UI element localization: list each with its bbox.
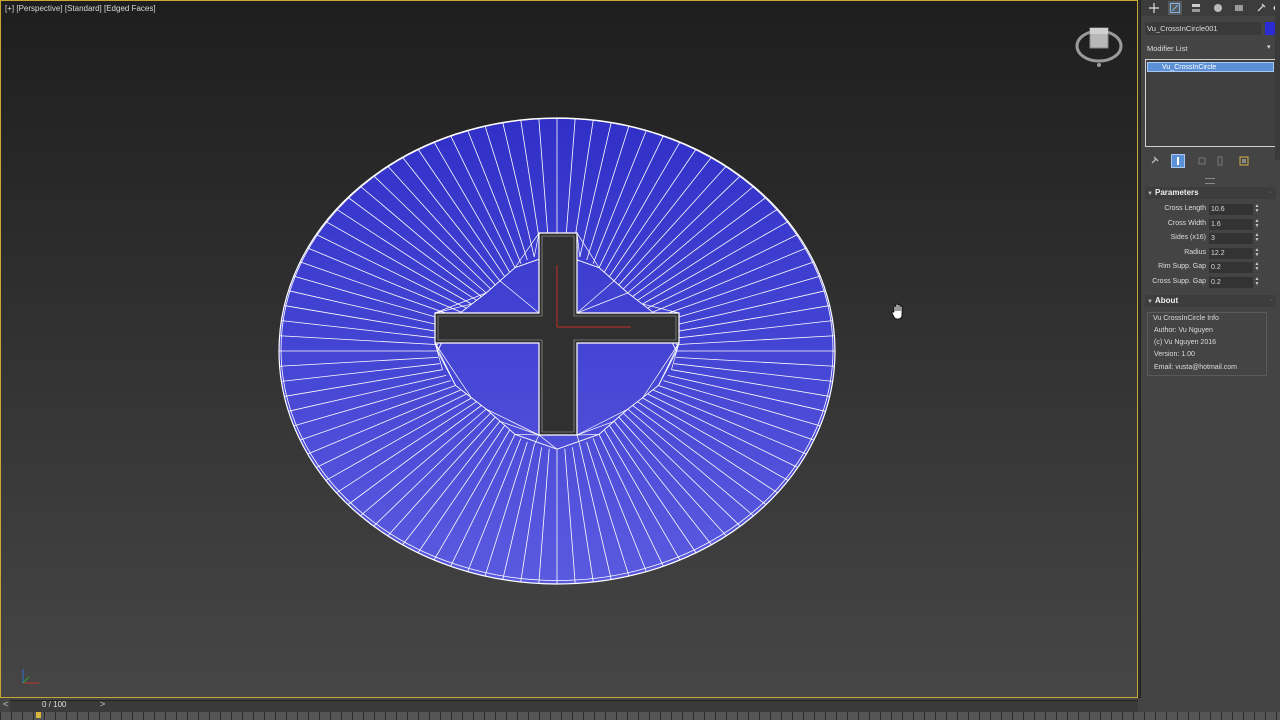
spinner-arrows-icon[interactable]: ▲ ▼ xyxy=(1254,218,1260,230)
rollout-separator xyxy=(1205,178,1215,184)
spinner-arrows-icon[interactable]: ▲ ▼ xyxy=(1254,262,1260,273)
collapse-triangle-icon: ▼ xyxy=(1147,191,1153,197)
about-rollout-header[interactable]: ▼ About ◦ xyxy=(1145,295,1276,307)
param-label: Cross Width xyxy=(1167,219,1206,227)
param-row: Cross Length ▲▼ xyxy=(1145,204,1276,216)
create-tab-icon[interactable] xyxy=(1147,1,1161,15)
about-version: Version: 1.00 xyxy=(1154,351,1195,358)
param-spinner-field[interactable] xyxy=(1209,247,1253,259)
object-name-field[interactable]: Vu_CrossInCircle001 xyxy=(1145,22,1261,35)
command-panel-tabs xyxy=(1141,0,1280,16)
configure-modifier-sets-icon[interactable] xyxy=(1237,154,1251,168)
pin-stack-icon[interactable] xyxy=(1147,154,1161,168)
param-label: Rim Supp. Gap xyxy=(1158,263,1206,270)
param-spinner-field[interactable] xyxy=(1209,218,1253,230)
about-author: Author: Vu Nguyen xyxy=(1154,327,1213,334)
spinner-arrows-icon[interactable]: ▲ ▼ xyxy=(1254,233,1260,244)
display-tab-icon[interactable] xyxy=(1232,1,1246,15)
hierarchy-tab-icon[interactable] xyxy=(1189,1,1203,15)
param-spinner-field[interactable] xyxy=(1209,262,1253,273)
parameters-rollout-title: Parameters xyxy=(1155,188,1199,197)
axis-tripod-icon xyxy=(22,669,39,684)
time-slider-bar[interactable]: < 0 / 100 > xyxy=(0,698,1280,720)
spinner-arrows-icon[interactable]: ▲ ▼ xyxy=(1254,247,1260,259)
cross-in-circle-object[interactable] xyxy=(278,117,836,585)
previous-frame-button[interactable]: < xyxy=(3,699,8,709)
about-info-group: Vu CrossInCircle Info Author: Vu Nguyen … xyxy=(1147,312,1267,376)
param-spinner-field[interactable] xyxy=(1209,204,1253,215)
stack-toolbar xyxy=(1145,154,1276,168)
modifier-stack[interactable]: Vu_CrossInCircle xyxy=(1145,59,1276,147)
param-label: Radius xyxy=(1184,248,1206,256)
param-row: Radius ▲▼ xyxy=(1145,247,1276,260)
perspective-viewport[interactable]: [+] [Perspective] [Standard] [Edged Face… xyxy=(0,0,1138,698)
utilities-tab-icon[interactable] xyxy=(1254,1,1268,15)
about-copyright: (c) Vu Nguyen 2016 xyxy=(1154,339,1216,346)
next-frame-button[interactable]: > xyxy=(100,699,105,709)
command-panel: Vu_CrossInCircle001 Modifier List ▾ Vu_C… xyxy=(1140,0,1280,698)
spinner-arrows-icon[interactable]: ▲ ▼ xyxy=(1254,204,1260,215)
scene-mesh[interactable] xyxy=(1,1,1138,698)
param-row: Cross Supp. Gap ▲▼ xyxy=(1145,276,1276,289)
viewcube-icon[interactable] xyxy=(1073,21,1125,71)
param-row: Rim Supp. Gap ▲▼ xyxy=(1145,262,1276,274)
time-slider-handle[interactable] xyxy=(36,712,41,718)
modifier-stack-item[interactable]: Vu_CrossInCircle xyxy=(1147,62,1274,72)
panel-scrollbar[interactable] xyxy=(1275,0,1280,160)
chevron-down-icon[interactable]: ▾ xyxy=(1267,43,1271,51)
rollout-pin-icon: ◦ xyxy=(1269,190,1272,196)
param-label: Sides (x16) xyxy=(1170,234,1206,241)
param-row: Cross Width ▲▼ xyxy=(1145,218,1276,231)
current-frame-readout: 0 / 100 xyxy=(42,700,67,709)
pan-hand-cursor-icon xyxy=(891,303,903,320)
modify-tab-icon[interactable] xyxy=(1168,1,1182,15)
collapse-triangle-icon: ▼ xyxy=(1147,299,1153,305)
show-end-result-icon[interactable] xyxy=(1171,154,1185,168)
param-label: Cross Supp. Gap xyxy=(1152,277,1206,285)
param-spinner-field[interactable] xyxy=(1209,276,1253,288)
spinner-arrows-icon[interactable]: ▲ ▼ xyxy=(1254,276,1260,288)
about-email: Email: vusta@hotmail.com xyxy=(1154,364,1237,371)
param-label: Cross Length xyxy=(1164,205,1206,212)
rollout-pin-icon: ◦ xyxy=(1269,298,1272,304)
motion-tab-icon[interactable] xyxy=(1211,1,1225,15)
param-row: Sides (x16) ▲▼ xyxy=(1145,233,1276,245)
remove-modifier-icon[interactable] xyxy=(1213,154,1227,168)
param-spinner-field[interactable] xyxy=(1209,233,1253,244)
about-rollout-title: About xyxy=(1155,296,1179,305)
modifier-list-dropdown[interactable]: Modifier List xyxy=(1147,44,1187,53)
parameters-rollout-header[interactable]: ▼ Parameters ◦ xyxy=(1145,187,1276,199)
make-unique-icon[interactable] xyxy=(1195,154,1209,168)
timeline-ruler[interactable] xyxy=(0,712,1280,720)
about-group-title: Vu CrossInCircle Info xyxy=(1152,315,1220,322)
